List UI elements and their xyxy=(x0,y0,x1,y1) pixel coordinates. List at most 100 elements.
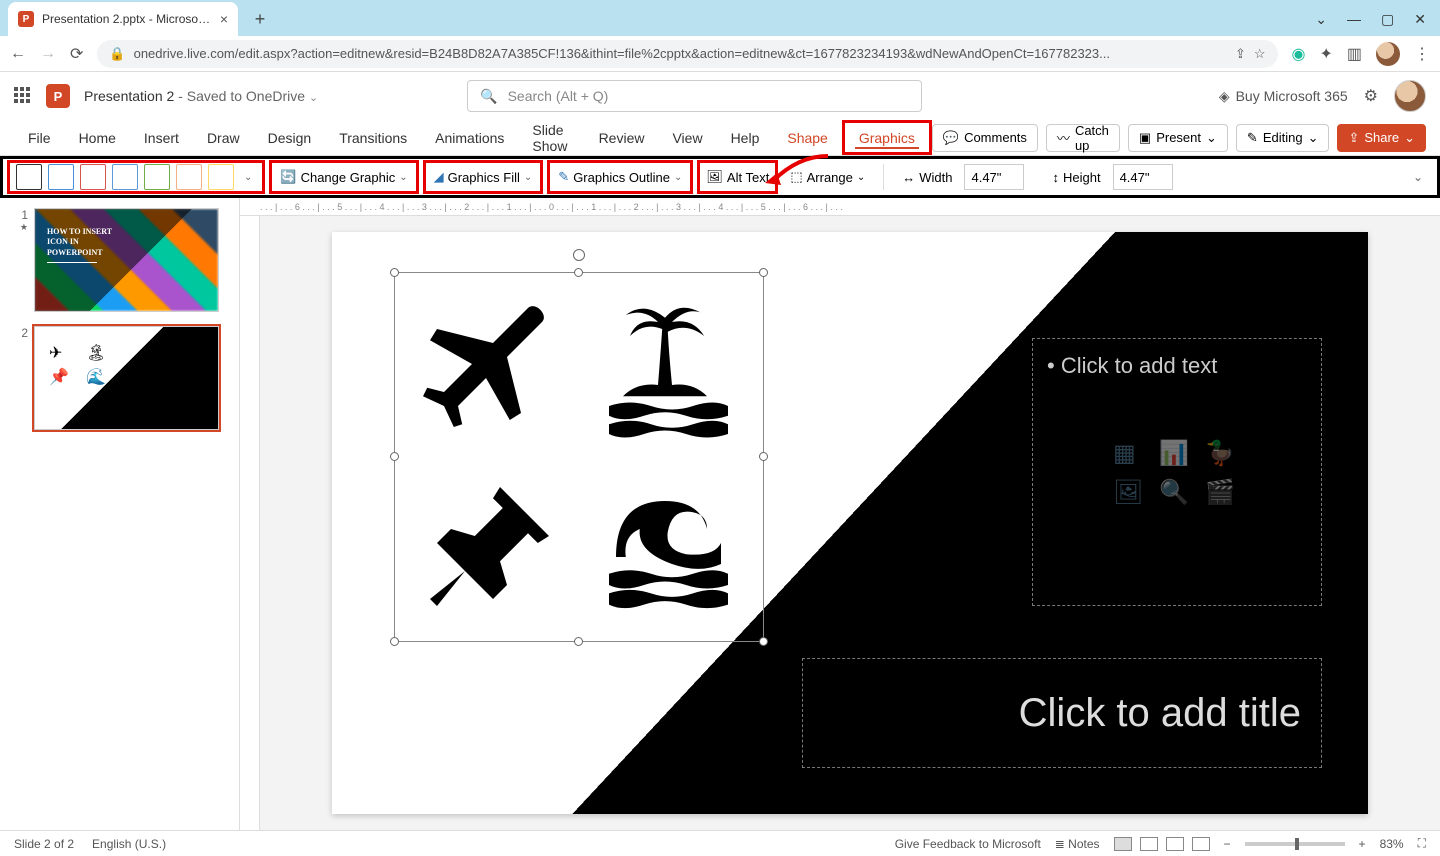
search-input[interactable]: 🔍 Search (Alt + Q) xyxy=(467,80,922,112)
alt-text-button[interactable]: 🖼 Alt Text xyxy=(697,160,778,194)
style-swatch[interactable] xyxy=(48,164,74,190)
reload-icon[interactable]: ⟳ xyxy=(70,44,83,64)
resize-handle[interactable] xyxy=(759,452,768,461)
notes-toggle[interactable]: ≣ Notes xyxy=(1055,837,1100,851)
document-title[interactable]: Presentation 2 - Saved to OneDrive ⌄ xyxy=(84,88,318,104)
minimize-icon[interactable]: — xyxy=(1347,11,1361,28)
slide-stage[interactable]: • Click to add text ▦ 📊 🦆 🖼 🔍 🎬 Click to… xyxy=(260,216,1440,830)
gallery-more-icon[interactable]: ⌄ xyxy=(240,172,256,183)
resize-handle[interactable] xyxy=(574,637,583,646)
style-swatch[interactable] xyxy=(16,164,42,190)
height-input[interactable] xyxy=(1113,164,1173,190)
content-placeholder[interactable]: • Click to add text ▦ 📊 🦆 🖼 🔍 🎬 xyxy=(1032,338,1322,606)
graphics-outline-button[interactable]: ✎ Graphics Outline⌄ xyxy=(547,160,693,194)
zoom-in-icon[interactable]: + xyxy=(1359,837,1366,851)
zoom-slider[interactable] xyxy=(1245,842,1345,846)
maximize-icon[interactable]: ▢ xyxy=(1381,11,1394,28)
tab-animations[interactable]: Animations xyxy=(421,120,518,155)
comments-button[interactable]: 💬 Comments xyxy=(932,124,1038,152)
arrange-button[interactable]: ⬚ Arrange ⌄ xyxy=(782,162,873,192)
chevron-down-icon[interactable]: ⌄ xyxy=(1315,11,1327,28)
buy-office-link[interactable]: ◈ Buy Microsoft 365 xyxy=(1219,88,1348,105)
app-launcher-icon[interactable] xyxy=(14,87,32,105)
slide-thumbnail-1[interactable]: HOW TO INSERTICON INPOWERPOINT xyxy=(34,208,219,312)
airplane-icon[interactable] xyxy=(423,301,563,441)
catchup-button[interactable]: 〰 Catch up xyxy=(1046,124,1120,152)
island-icon[interactable] xyxy=(595,301,735,441)
online-picture-icon[interactable]: 🔍 xyxy=(1159,478,1195,507)
ribbon-overflow-icon[interactable]: ⌄ xyxy=(1403,170,1433,184)
present-button[interactable]: ▣ Present ⌄ xyxy=(1128,124,1228,152)
wave-icon[interactable] xyxy=(595,473,735,613)
tab-home[interactable]: Home xyxy=(65,120,130,155)
table-insert-icon[interactable]: ▦ xyxy=(1113,439,1149,468)
graphic-styles-gallery[interactable]: ⌄ xyxy=(7,160,265,194)
width-input[interactable] xyxy=(964,164,1024,190)
style-swatch[interactable] xyxy=(208,164,234,190)
resize-handle[interactable] xyxy=(390,452,399,461)
tab-draw[interactable]: Draw xyxy=(193,120,254,155)
resize-handle[interactable] xyxy=(390,268,399,277)
slide-thumbnail-2[interactable]: ✈🏝📌🌊 xyxy=(34,326,219,430)
language-status[interactable]: English (U.S.) xyxy=(92,837,166,851)
slide-position[interactable]: Slide 2 of 2 xyxy=(14,837,74,851)
tab-slideshow[interactable]: Slide Show xyxy=(518,120,584,155)
tab-graphics[interactable]: Graphics xyxy=(842,120,932,155)
tab-review[interactable]: Review xyxy=(585,120,659,155)
user-avatar[interactable] xyxy=(1394,80,1426,112)
style-swatch[interactable] xyxy=(144,164,170,190)
share-url-icon[interactable]: ⇪ xyxy=(1235,46,1246,62)
change-graphic-button[interactable]: 🔄 Change Graphic⌄ xyxy=(269,160,418,194)
title-placeholder[interactable]: Click to add title xyxy=(802,658,1322,768)
selected-graphic-group[interactable] xyxy=(394,272,764,642)
style-swatch[interactable] xyxy=(176,164,202,190)
editing-button[interactable]: ✎ Editing ⌄ xyxy=(1236,124,1330,152)
url-field[interactable]: 🔒 onedrive.live.com/edit.aspx?action=edi… xyxy=(97,40,1277,68)
slideshow-view-icon[interactable] xyxy=(1192,837,1210,851)
fit-to-window-icon[interactable]: ⛶ xyxy=(1418,836,1426,851)
graphics-fill-button[interactable]: ◢ Graphics Fill⌄ xyxy=(423,160,544,194)
tab-help[interactable]: Help xyxy=(717,120,774,155)
sorter-view-icon[interactable] xyxy=(1140,837,1158,851)
tab-file[interactable]: File xyxy=(14,120,65,155)
chart-insert-icon[interactable]: 📊 xyxy=(1159,439,1195,468)
reading-view-icon[interactable] xyxy=(1166,837,1184,851)
normal-view-icon[interactable] xyxy=(1114,837,1132,851)
new-tab-button[interactable]: + xyxy=(246,5,274,33)
slide-thumbnail-panel[interactable]: 1★ HOW TO INSERTICON INPOWERPOINT 2 ✈🏝📌🌊 xyxy=(0,198,240,830)
slide-canvas[interactable]: • Click to add text ▦ 📊 🦆 🖼 🔍 🎬 Click to… xyxy=(332,232,1368,814)
resize-handle[interactable] xyxy=(759,637,768,646)
style-swatch[interactable] xyxy=(80,164,106,190)
tab-shape[interactable]: Shape xyxy=(773,120,841,155)
tab-transitions[interactable]: Transitions xyxy=(325,120,421,155)
resize-handle[interactable] xyxy=(759,268,768,277)
close-tab-icon[interactable]: × xyxy=(220,11,228,27)
tab-design[interactable]: Design xyxy=(254,120,326,155)
tab-insert[interactable]: Insert xyxy=(130,120,193,155)
smartart-insert-icon[interactable]: 🦆 xyxy=(1205,439,1241,468)
share-button[interactable]: ⇪ Share ⌄ xyxy=(1337,124,1426,152)
bookmark-icon[interactable]: ☆ xyxy=(1254,46,1266,62)
zoom-percent[interactable]: 83% xyxy=(1380,837,1404,851)
feedback-link[interactable]: Give Feedback to Microsoft xyxy=(895,837,1041,851)
extension-icon[interactable]: ◉ xyxy=(1292,44,1306,64)
gear-icon[interactable]: ⚙ xyxy=(1364,86,1378,106)
pushpin-icon[interactable] xyxy=(423,473,563,613)
zoom-out-icon[interactable]: − xyxy=(1224,837,1231,851)
browser-tab[interactable]: P Presentation 2.pptx - Microsoft P × xyxy=(8,2,238,36)
close-window-icon[interactable]: ✕ xyxy=(1414,11,1426,28)
rotate-handle[interactable] xyxy=(573,249,585,261)
forward-icon[interactable]: → xyxy=(40,45,56,63)
resize-handle[interactable] xyxy=(390,637,399,646)
resize-handle[interactable] xyxy=(574,268,583,277)
sidepanel-icon[interactable]: ▥ xyxy=(1347,44,1362,64)
style-swatch[interactable] xyxy=(112,164,138,190)
chevron-down-icon[interactable]: ⌄ xyxy=(309,92,318,104)
picture-insert-icon[interactable]: 🖼 xyxy=(1113,478,1149,507)
extensions-icon[interactable]: ✦ xyxy=(1319,44,1332,64)
video-insert-icon[interactable]: 🎬 xyxy=(1205,478,1241,507)
tab-view[interactable]: View xyxy=(658,120,716,155)
back-icon[interactable]: ← xyxy=(10,45,26,63)
menu-icon[interactable]: ⋮ xyxy=(1414,44,1430,64)
profile-avatar[interactable] xyxy=(1376,42,1400,66)
